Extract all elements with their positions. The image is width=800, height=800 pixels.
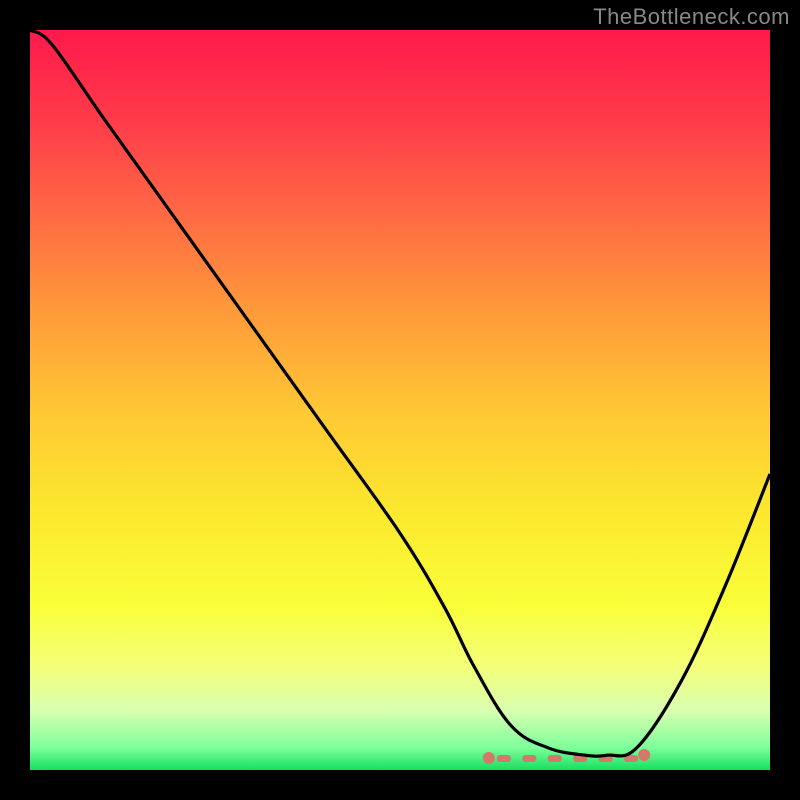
chart-container: TheBottleneck.com [0,0,800,800]
bottleneck-line [30,30,770,756]
curve-layer [30,30,770,770]
watermark-text: TheBottleneck.com [593,4,790,30]
plot-area [30,30,770,770]
